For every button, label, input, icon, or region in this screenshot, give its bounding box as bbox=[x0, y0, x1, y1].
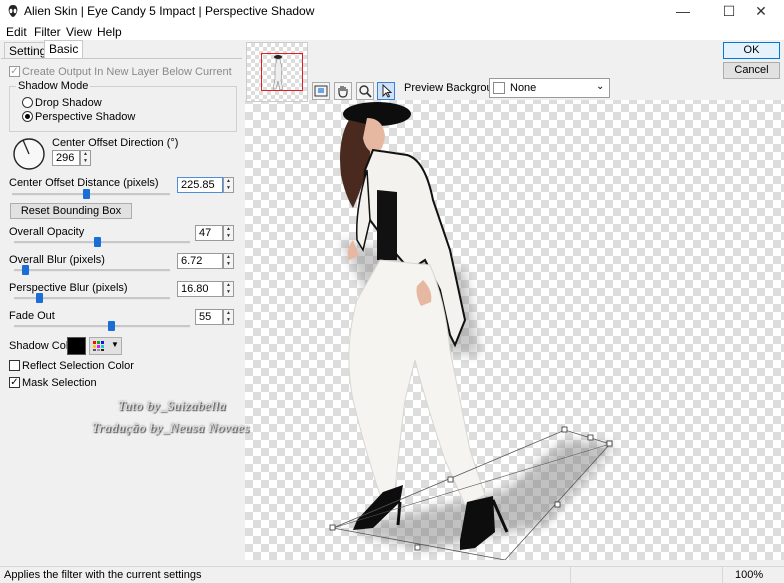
overall-blur-input[interactable]: 6.72 bbox=[177, 253, 223, 269]
shadow-color-swatch[interactable] bbox=[67, 337, 86, 355]
shadow-mode-group bbox=[9, 86, 237, 132]
pointer-tool-button[interactable] bbox=[377, 82, 395, 100]
hand-icon bbox=[338, 86, 348, 98]
menu-bar: Edit Filter View Help bbox=[0, 22, 784, 40]
opacity-slider-thumb[interactable] bbox=[93, 237, 101, 247]
color-grid-icon bbox=[93, 341, 104, 351]
perspective-blur-label: Perspective Blur (pixels) bbox=[9, 282, 128, 294]
cancel-button[interactable]: Cancel bbox=[723, 62, 780, 79]
color-picker-dropdown[interactable]: ▼ bbox=[89, 337, 122, 355]
create-output-checkbox[interactable]: ✓ bbox=[9, 66, 20, 77]
opacity-slider-track[interactable] bbox=[14, 241, 190, 244]
minimize-button[interactable]: — bbox=[660, 0, 706, 22]
perspective-shadow-label: Perspective Shadow bbox=[35, 111, 136, 123]
fade-out-slider-track[interactable] bbox=[14, 325, 190, 328]
direction-input[interactable]: 296 bbox=[52, 150, 80, 166]
chevron-down-icon: ▼ bbox=[111, 340, 119, 349]
perspective-blur-slider-thumb[interactable] bbox=[35, 293, 43, 303]
title-bar: Alien Skin | Eye Candy 5 Impact | Perspe… bbox=[0, 0, 784, 22]
zoom-tool-button[interactable] bbox=[356, 82, 374, 100]
distance-slider-track[interactable] bbox=[12, 193, 170, 196]
opacity-label: Overall Opacity bbox=[9, 226, 85, 238]
drop-shadow-radio[interactable] bbox=[22, 97, 33, 108]
preview-image bbox=[329, 102, 615, 560]
overall-blur-slider-track[interactable] bbox=[14, 269, 170, 272]
perspective-blur-spinner[interactable]: ▲ ▼ bbox=[223, 281, 234, 297]
close-button[interactable]: ✕ bbox=[738, 0, 784, 22]
status-bar: Applies the filter with the current sett… bbox=[0, 566, 784, 583]
distance-input[interactable]: 225.85 bbox=[177, 177, 223, 193]
background-none-icon bbox=[493, 82, 505, 94]
distance-slider-thumb[interactable] bbox=[83, 189, 91, 199]
distance-label: Center Offset Distance (pixels) bbox=[9, 177, 159, 189]
mask-selection-checkbox[interactable]: ✓ bbox=[9, 377, 20, 388]
ok-button[interactable]: OK bbox=[723, 42, 780, 59]
fade-out-slider-thumb[interactable] bbox=[107, 321, 115, 331]
navigator-thumbnail[interactable] bbox=[246, 42, 308, 102]
watermark-line-1: Tuto by_Suizabella bbox=[118, 398, 227, 413]
fade-out-input[interactable]: 55 bbox=[195, 309, 223, 325]
shadow-mode-title: Shadow Mode bbox=[16, 80, 91, 92]
opacity-input[interactable]: 47 bbox=[195, 225, 223, 241]
preview-background-select[interactable]: None ⌄ bbox=[489, 78, 610, 98]
status-divider bbox=[570, 567, 571, 583]
status-message: Applies the filter with the current sett… bbox=[4, 569, 202, 581]
direction-dial[interactable] bbox=[12, 137, 46, 171]
navigator-figure-thumbnail bbox=[272, 55, 284, 91]
mask-selection-label: Mask Selection bbox=[22, 377, 97, 389]
status-divider bbox=[722, 567, 723, 583]
navigate-tool-button[interactable] bbox=[312, 82, 330, 100]
navigate-icon bbox=[314, 85, 328, 97]
reset-bounding-box-button[interactable]: Reset Bounding Box bbox=[10, 203, 132, 219]
distance-spinner[interactable]: ▲ ▼ bbox=[223, 177, 234, 193]
overall-blur-spinner[interactable]: ▲ ▼ bbox=[223, 253, 234, 269]
zoom-icon bbox=[359, 85, 372, 98]
pointer-icon bbox=[382, 83, 393, 98]
direction-spinner[interactable]: ▲ ▼ bbox=[80, 150, 91, 166]
fade-out-label: Fade Out bbox=[9, 310, 55, 322]
zoom-level: 100% bbox=[735, 569, 764, 581]
overall-blur-slider-thumb[interactable] bbox=[21, 265, 29, 275]
menu-filter[interactable]: Filter bbox=[34, 25, 61, 39]
direction-label: Center Offset Direction (°) bbox=[52, 137, 179, 149]
watermark-line-2: Tradução by_Neusa Novaes bbox=[92, 420, 250, 435]
perspective-blur-input[interactable]: 16.80 bbox=[177, 281, 223, 297]
tab-basic[interactable]: Basic bbox=[44, 40, 84, 60]
menu-help[interactable]: Help bbox=[97, 25, 122, 39]
hand-tool-button[interactable] bbox=[334, 82, 352, 100]
perspective-shadow-radio[interactable] bbox=[22, 111, 33, 122]
reflect-selection-label: Reflect Selection Color bbox=[22, 360, 134, 372]
alien-skin-logo-icon bbox=[8, 5, 18, 17]
drop-shadow-label: Drop Shadow bbox=[35, 97, 102, 109]
menu-edit[interactable]: Edit bbox=[6, 25, 27, 39]
window-title: Alien Skin | Eye Candy 5 Impact | Perspe… bbox=[24, 4, 315, 18]
chevron-down-icon: ⌄ bbox=[596, 81, 605, 92]
fade-out-spinner[interactable]: ▲ ▼ bbox=[223, 309, 234, 325]
create-output-label: Create Output In New Layer Below Current bbox=[22, 66, 232, 78]
opacity-spinner[interactable]: ▲ ▼ bbox=[223, 225, 234, 241]
preview-background-value: None bbox=[510, 82, 537, 94]
menu-view[interactable]: View bbox=[66, 25, 92, 39]
reflect-selection-checkbox[interactable] bbox=[9, 360, 20, 371]
